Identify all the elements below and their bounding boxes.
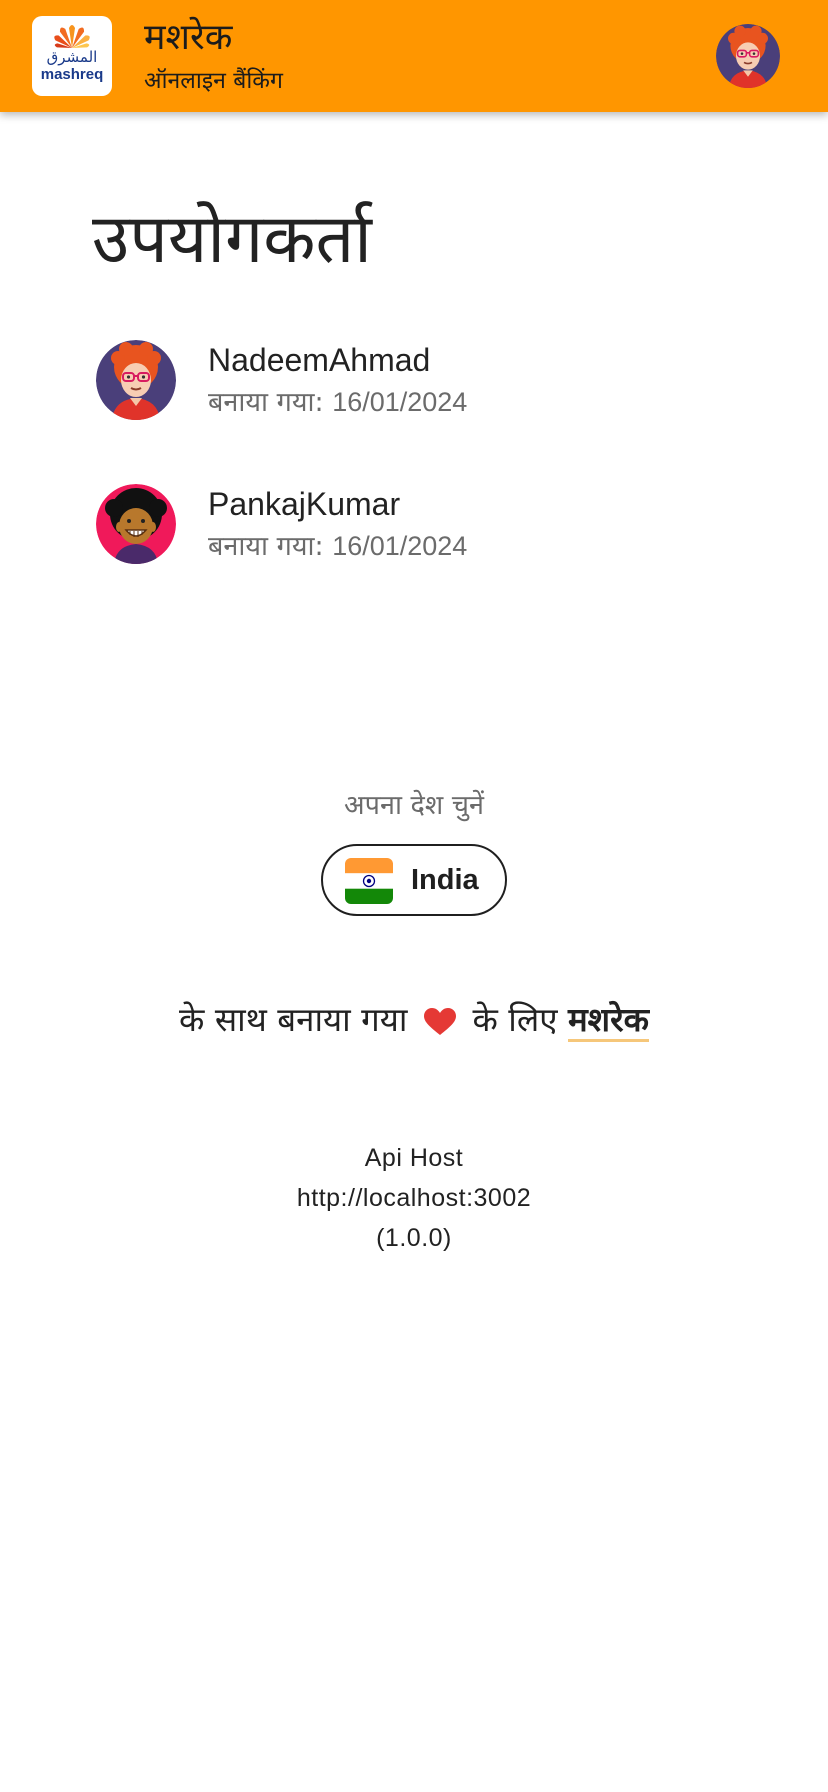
user-avatar — [96, 340, 176, 420]
made-with-middle: के लिए — [472, 1000, 558, 1039]
user-name: NadeemAhmad — [208, 342, 431, 378]
api-host-label: Api Host — [364, 1144, 464, 1172]
logo-arabic-text: المشرق — [46, 48, 98, 66]
user-created-date: 16/01/2024 — [332, 531, 468, 561]
user-created-label: बनाया गया: — [208, 387, 324, 418]
country-select-label: अपना देश चुनें — [344, 790, 484, 821]
user-avatar — [96, 484, 176, 564]
profile-avatar-button[interactable] — [716, 24, 780, 88]
user-created-info: बनाया गया: 16/01/2024 — [208, 384, 467, 421]
user-name: PankajKumar — [208, 486, 401, 522]
mashreq-brand-link[interactable]: मशरेक — [567, 1000, 649, 1042]
country-select-button[interactable]: India — [321, 844, 507, 916]
logo-latin-text: mashreq — [40, 66, 104, 83]
user-created-info: बनाया गया: 16/01/2024 — [208, 528, 467, 565]
user-created-label: बनाया गया: — [208, 531, 324, 562]
user-row[interactable]: PankajKumar बनाया गया: 16/01/2024 — [96, 484, 616, 564]
user-created-date: 16/01/2024 — [332, 387, 468, 417]
mashreq-logo[interactable]: المشرق mashreq — [32, 16, 112, 96]
selected-country: India — [411, 864, 479, 896]
india-flag-icon — [345, 858, 393, 904]
app-subtitle: ऑनलाइन बैंकिंग — [144, 68, 283, 94]
heart-icon — [423, 1001, 456, 1049]
app-title: मशरेक — [144, 17, 233, 58]
user-row[interactable]: NadeemAhmad बनाया गया: 16/01/2024 — [96, 340, 616, 420]
app-bar: المشرق mashreq मशरेक ऑनलाइन बैंकिंग — [0, 0, 828, 112]
users-heading: उपयोगकर्ता — [92, 200, 372, 279]
api-host-url: http://localhost:3002 — [296, 1184, 532, 1212]
made-with-prefix: के साथ बनाया गया — [179, 1000, 408, 1039]
avatar-red-curly-hair-glasses-icon — [96, 340, 176, 420]
made-with-love-text: के साथ बनाया गया के लिए मशरेक — [0, 996, 828, 1049]
mashreq-sun-icon — [54, 25, 90, 48]
avatar-afro-smiling-icon — [96, 484, 176, 564]
user-avatar-icon — [716, 24, 780, 88]
app-version: (1.0.0) — [376, 1224, 452, 1252]
